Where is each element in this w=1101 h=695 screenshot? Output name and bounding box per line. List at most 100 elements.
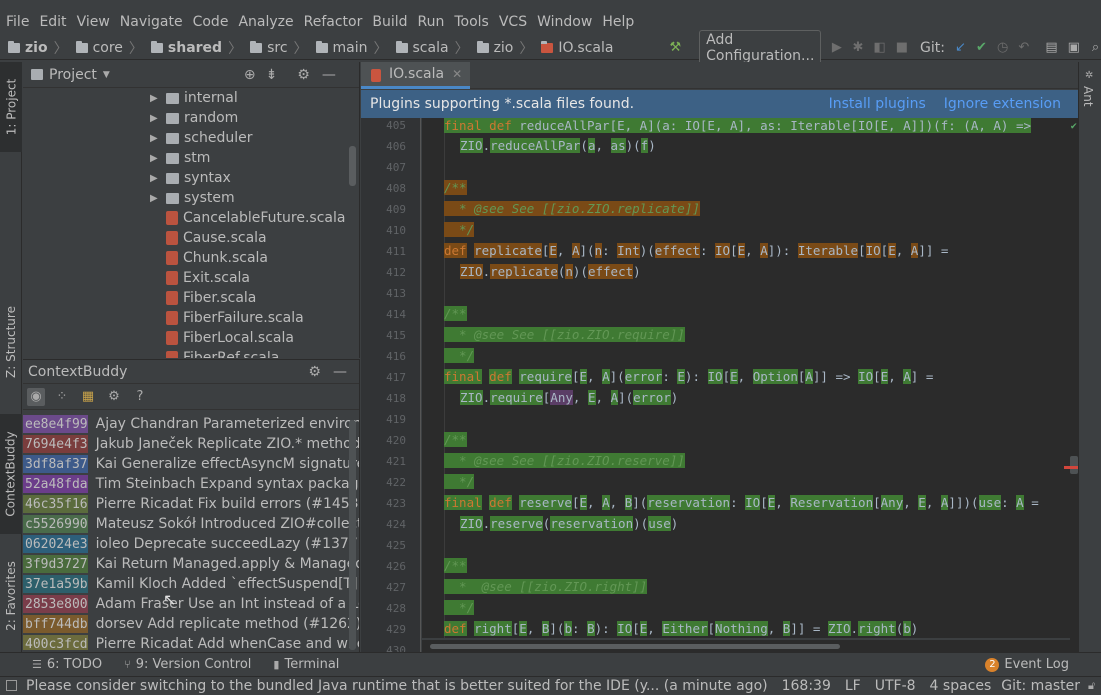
project-scrollbar[interactable] bbox=[349, 146, 356, 186]
tool-windows-icon[interactable] bbox=[6, 680, 17, 691]
menu-analyze[interactable]: Analyze bbox=[234, 14, 297, 30]
commit-row[interactable]: 400c3fcd Pierre Ricadat Add whenCase and … bbox=[23, 634, 359, 650]
git-history-icon[interactable]: ◷ bbox=[997, 40, 1008, 56]
commit-row[interactable]: ee8e4f99 Ajay Chandran Parameterized envi… bbox=[23, 414, 359, 434]
commit-row[interactable]: 3f9d3727 Kai Return Managed.apply & Manag… bbox=[23, 554, 359, 574]
editor-horizontal-scrollbar[interactable] bbox=[422, 640, 1078, 652]
commit-row[interactable]: bff744db dorsev Add replicate method (#12… bbox=[23, 614, 359, 634]
ignore-extension-link[interactable]: Ignore extension bbox=[944, 96, 1061, 112]
expand-arrow-icon[interactable]: ▶ bbox=[150, 153, 160, 164]
context-mode-icon[interactable]: ◉ bbox=[27, 387, 45, 406]
tree-file[interactable]: Cause.scala bbox=[150, 228, 359, 248]
todo-tool-button[interactable]: ☰ 6: TODO bbox=[32, 657, 102, 672]
tree-file[interactable]: Fiber.scala bbox=[150, 288, 359, 308]
menu-navigate[interactable]: Navigate bbox=[116, 14, 187, 30]
project-structure-icon[interactable]: ▤ bbox=[1045, 40, 1057, 56]
tree-folder-internal[interactable]: ▶ internal bbox=[150, 88, 359, 108]
tool-tab-favorites[interactable]: 2: Favorites bbox=[0, 548, 22, 644]
tool-tab-contextbuddy[interactable]: ContextBuddy bbox=[0, 414, 22, 534]
indent-setting[interactable]: 4 spaces bbox=[930, 678, 992, 694]
tree-file[interactable]: Exit.scala bbox=[150, 268, 359, 288]
breadcrumb-main[interactable]: main 〉 bbox=[308, 38, 388, 58]
expand-arrow-icon[interactable]: ▶ bbox=[150, 113, 160, 124]
file-encoding[interactable]: UTF-8 bbox=[875, 678, 916, 694]
project-panel-title[interactable]: Project bbox=[49, 67, 97, 83]
menu-build[interactable]: Build bbox=[368, 14, 411, 30]
terminal-toolbar-icon[interactable]: ▣ bbox=[1068, 40, 1080, 56]
menu-tools[interactable]: Tools bbox=[450, 14, 493, 30]
breadcrumb-file[interactable]: IO.scala bbox=[533, 40, 613, 56]
horizontal-scroll-thumb[interactable] bbox=[430, 644, 840, 649]
add-configuration-button[interactable]: Add Configuration... bbox=[699, 29, 822, 66]
expand-arrow-icon[interactable]: ▶ bbox=[150, 173, 160, 184]
menu-help[interactable]: Help bbox=[598, 14, 638, 30]
tree-file[interactable]: FiberFailure.scala bbox=[150, 308, 359, 328]
grid-view-icon[interactable]: ⁘ bbox=[53, 388, 71, 406]
tree-folder-syntax[interactable]: ▶ syntax bbox=[150, 168, 359, 188]
lock-icon[interactable]: 🔓︎ bbox=[1088, 679, 1095, 693]
run-icon[interactable]: ▶ bbox=[831, 40, 842, 56]
menu-file[interactable]: File bbox=[2, 14, 33, 30]
menu-edit[interactable]: Edit bbox=[35, 14, 70, 30]
collapse-all-icon[interactable]: ⇟ bbox=[266, 67, 278, 83]
gear-icon[interactable]: ⚙ bbox=[297, 67, 310, 83]
code-editor[interactable]: final def reduceAllPar[E, A](a: IO[E, A]… bbox=[422, 118, 1070, 638]
breadcrumb-scala[interactable]: scala 〉 bbox=[388, 38, 469, 58]
breadcrumb-core[interactable]: core 〉 bbox=[68, 38, 143, 58]
tree-folder-scheduler[interactable]: ▶ scheduler bbox=[150, 128, 359, 148]
editor-vertical-scrollbar[interactable]: ✔ bbox=[1064, 118, 1078, 640]
tree-folder-stm[interactable]: ▶ stm bbox=[150, 148, 359, 168]
commit-row[interactable]: 3df8af37 Kai Generalize effectAsyncM sign… bbox=[23, 454, 359, 474]
menu-vcs[interactable]: VCS bbox=[495, 14, 531, 30]
tool-tab-project[interactable]: 1: Project bbox=[0, 62, 22, 152]
event-log-button[interactable]: 2 Event Log bbox=[985, 657, 1069, 672]
tree-file[interactable]: FiberLocal.scala bbox=[150, 328, 359, 348]
palette-icon[interactable]: ▦ bbox=[79, 388, 97, 406]
menu-code[interactable]: Code bbox=[189, 14, 233, 30]
tree-file[interactable]: Chunk.scala bbox=[150, 248, 359, 268]
tab-io-scala[interactable]: IO.scala ✕ bbox=[361, 62, 471, 89]
commit-row[interactable]: 37e1a59b Kamil Kloch Added `effectSuspend… bbox=[23, 574, 359, 594]
settings-icon[interactable]: ⚙ bbox=[105, 388, 123, 406]
git-commit-icon[interactable]: ✔ bbox=[976, 40, 987, 56]
commit-row[interactable]: 46c35f16 Pierre Ricadat Fix build errors … bbox=[23, 494, 359, 514]
expand-arrow-icon[interactable]: ▶ bbox=[150, 93, 160, 104]
breadcrumb-zio[interactable]: zio 〉 bbox=[0, 38, 68, 58]
close-icon[interactable]: ✕ bbox=[452, 67, 462, 81]
expand-arrow-icon[interactable]: ▶ bbox=[150, 133, 160, 144]
gear-icon[interactable]: ⚙ bbox=[308, 364, 321, 380]
commit-row[interactable]: 062024e3 ioleo Deprecate succeedLazy (#13… bbox=[23, 534, 359, 554]
hide-panel-icon[interactable]: — bbox=[322, 67, 336, 83]
commit-list-scrollbar[interactable] bbox=[349, 420, 356, 650]
menu-view[interactable]: View bbox=[73, 14, 114, 30]
tree-folder-random[interactable]: ▶ random bbox=[150, 108, 359, 128]
commit-row[interactable]: 2853e800 Adam Fraser Use an Int instead o… bbox=[23, 594, 359, 614]
install-plugins-link[interactable]: Install plugins bbox=[829, 96, 926, 112]
stop-icon[interactable]: ■ bbox=[896, 40, 908, 56]
commit-row[interactable]: c5526990 Mateusz Sokół Introduced ZIO#col… bbox=[23, 514, 359, 534]
search-everywhere-icon[interactable]: ⌕ bbox=[1090, 40, 1101, 56]
help-icon[interactable]: ? bbox=[131, 388, 149, 406]
version-control-tool-button[interactable]: ⑂ 9: Version Control bbox=[124, 657, 251, 672]
tool-tab-ant[interactable]: ✲ Ant bbox=[1079, 62, 1101, 116]
menu-run[interactable]: Run bbox=[414, 14, 449, 30]
expand-arrow-icon[interactable]: ▶ bbox=[150, 193, 160, 204]
error-marker[interactable] bbox=[1064, 466, 1078, 469]
git-rollback-icon[interactable]: ↶ bbox=[1018, 40, 1029, 56]
debug-icon[interactable]: ✱ bbox=[852, 40, 863, 56]
status-message[interactable]: Please consider switching to the bundled… bbox=[26, 678, 768, 694]
hide-panel-icon[interactable]: — bbox=[333, 364, 347, 380]
menu-refactor[interactable]: Refactor bbox=[300, 14, 367, 30]
commit-row[interactable]: 52a48fda Tim Steinbach Expand syntax pack… bbox=[23, 474, 359, 494]
tree-file[interactable]: FiberRef.scala bbox=[150, 348, 359, 358]
breadcrumb-src[interactable]: src 〉 bbox=[242, 38, 308, 58]
editor-scroll-thumb[interactable] bbox=[1070, 456, 1078, 474]
inspection-ok-icon[interactable]: ✔ bbox=[1070, 118, 1078, 132]
breadcrumb-zio-package[interactable]: zio 〉 bbox=[469, 38, 533, 58]
coverage-icon[interactable]: ◧ bbox=[873, 40, 885, 56]
git-branch[interactable]: Git: master bbox=[1001, 678, 1080, 694]
caret-position[interactable]: 168:39 bbox=[782, 678, 831, 694]
commit-row[interactable]: 7694e4f3 Jakub Janeček Replicate ZIO.* me… bbox=[23, 434, 359, 454]
git-update-icon[interactable]: ↙ bbox=[955, 40, 966, 56]
breadcrumb-shared[interactable]: shared 〉 bbox=[143, 38, 242, 58]
